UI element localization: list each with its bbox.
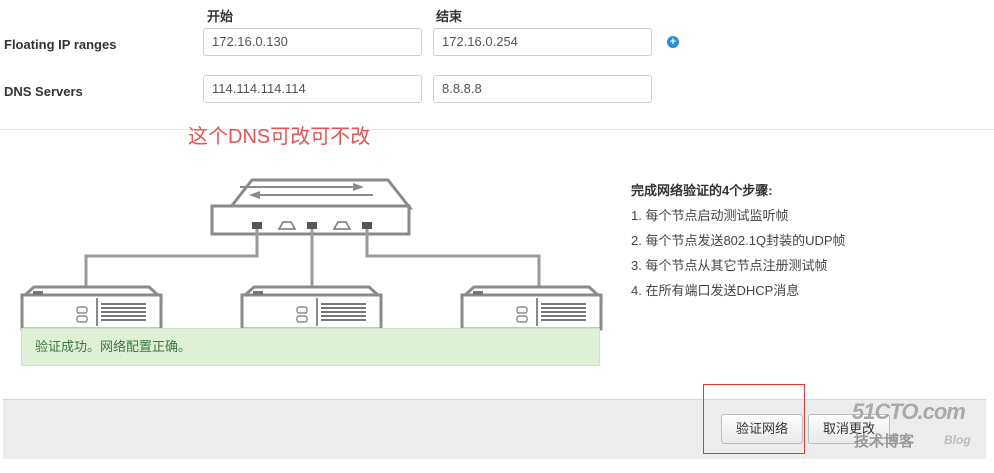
column-header-start: 开始: [207, 9, 234, 24]
section-divider: [0, 129, 994, 130]
verification-success-alert: 验证成功。网络配置正确。: [21, 328, 600, 366]
server-right-icon: [460, 285, 603, 331]
floating-ip-start-input[interactable]: 172.16.0.130: [203, 28, 422, 56]
watermark-site: 51CTO.com: [852, 399, 966, 424]
watermark-blog-en: Blog: [944, 433, 971, 447]
step-item: 3. 每个节点从其它节点注册测试帧: [631, 258, 828, 273]
step-item: 4. 在所有端口发送DHCP消息: [631, 283, 800, 298]
step-item: 1. 每个节点启动测试监听帧: [631, 208, 789, 223]
steps-title: 完成网络验证的4个步骤:: [631, 183, 773, 198]
step-item: 2. 每个节点发送802.1Q封装的UDP帧: [631, 233, 846, 248]
cable-lines: [84, 229, 541, 290]
dns-server-2-input[interactable]: 8.8.8.8: [433, 75, 652, 103]
add-range-icon[interactable]: +: [667, 36, 679, 48]
watermark-blog: 技术博客: [854, 433, 915, 450]
switch-icon: [210, 178, 414, 236]
server-middle-icon: [240, 285, 383, 331]
floating-ip-end-input[interactable]: 172.16.0.254: [433, 28, 652, 56]
column-header-end: 结束: [436, 9, 463, 24]
network-diagram: [20, 178, 603, 331]
annotation-text: 这个DNS可改可不改: [188, 126, 371, 148]
dns-server-1-input[interactable]: 114.114.114.114: [203, 75, 422, 103]
server-left-icon: [20, 285, 163, 331]
floating-ip-label: Floating IP ranges: [4, 37, 117, 52]
highlight-box: [703, 384, 805, 454]
dns-servers-label: DNS Servers: [4, 84, 83, 99]
